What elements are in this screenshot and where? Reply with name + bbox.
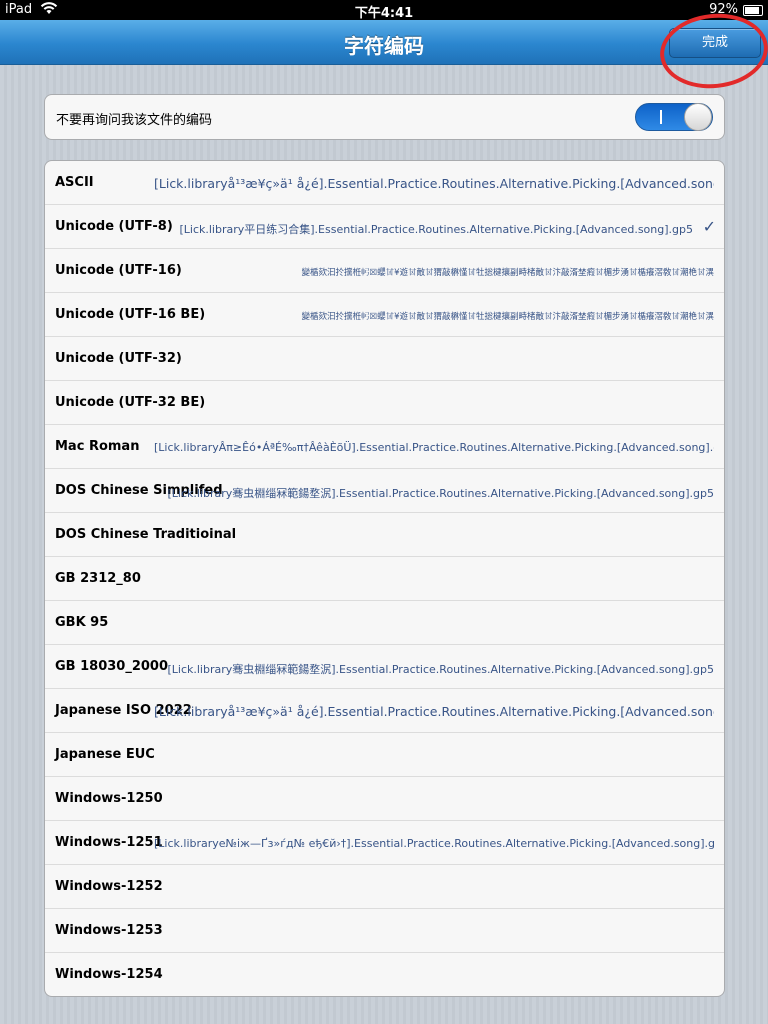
- encoding-list: ASCII [Lick.libraryå¹³æ¥ç»ä¹ å¿é].Essenti…: [44, 160, 725, 997]
- toggle-knob: [684, 103, 712, 131]
- encoding-name: Unicode (UTF-32 BE): [55, 395, 206, 410]
- encoding-row[interactable]: Windows-1251 [Lick.libraryе№іж—Ґз»ѓд№ еђ€…: [45, 821, 724, 865]
- filename-preview: [Lick.library平日练习合集].Essential.Practice.…: [179, 223, 693, 236]
- filename-preview: 變楯欬汩扵攩栣𢁠☒蠳𠀠¥遊𠀠敵𠀠猬敲楙慬𠀠牡捴楗攘副畤楮敵𠀠汴敲湑埜瘕𠀠楣步湧𠀠…: [301, 268, 714, 278]
- navigation-bar: 字符编码 完成: [0, 20, 768, 65]
- encoding-row[interactable]: DOS Chinese Simplifed [Lick.library骞虫棩缁冧範…: [45, 469, 724, 513]
- encoding-name: Mac Roman: [55, 439, 140, 454]
- status-bar: iPad 下午4:41 92%: [0, 0, 768, 21]
- filename-preview: [Lick.libraryе№іж—Ґз»ѓд№ еђ€й›†].Essenti…: [154, 837, 714, 850]
- setting-label: 不要再询问我该文件的编码: [56, 113, 213, 128]
- battery-icon: [743, 5, 763, 16]
- encoding-name: Unicode (UTF-8): [55, 219, 173, 234]
- encoding-name: Unicode (UTF-16): [55, 263, 182, 278]
- encoding-name: Windows-1253: [55, 923, 163, 938]
- encoding-row[interactable]: Unicode (UTF-16 BE) 變楯欬汩扵攩栣𢁠☒蠳𠀠¥遊𠀠敵𠀠猬敲楙慬𠀠…: [45, 293, 724, 337]
- dont-ask-toggle[interactable]: [635, 103, 713, 131]
- encoding-name: Japanese EUC: [55, 747, 155, 762]
- encoding-row[interactable]: Japanese ISO 2022 [Lick.libraryå¹³æ¥ç»ä¹ …: [45, 689, 724, 733]
- encoding-row[interactable]: Windows-1252: [45, 865, 724, 909]
- encoding-row[interactable]: Unicode (UTF-32 BE): [45, 381, 724, 425]
- encoding-name: DOS Chinese Traditioinal: [55, 527, 237, 542]
- filename-preview: [Lick.library骞虫棩缁冧範鍚堥泦].Essential.Practi…: [167, 487, 714, 500]
- toggle-on-mark: [660, 110, 662, 124]
- encoding-row[interactable]: ASCII [Lick.libraryå¹³æ¥ç»ä¹ å¿é].Essenti…: [45, 161, 724, 205]
- encoding-row[interactable]: Mac Roman [Lick.libraryÂπ≥Êó•ÁªÉ‰π†ÂêàÈõÜ…: [45, 425, 724, 469]
- encoding-name: GB 2312_80: [55, 571, 141, 586]
- encoding-row[interactable]: Windows-1253: [45, 909, 724, 953]
- setting-row: 不要再询问我该文件的编码: [44, 94, 725, 140]
- encoding-name: GB 18030_2000: [55, 659, 169, 674]
- filename-preview: [Lick.library骞虫棩缁冧範鍚堥泦].Essential.Practi…: [167, 663, 714, 676]
- encoding-row[interactable]: Japanese EUC: [45, 733, 724, 777]
- encoding-row[interactable]: GB 18030_2000 [Lick.library骞虫棩缁冧範鍚堥泦].Ess…: [45, 645, 724, 689]
- encoding-name: Unicode (UTF-32): [55, 351, 182, 366]
- status-time: 下午4:41: [354, 6, 414, 21]
- encoding-name: Windows-1251: [55, 835, 163, 850]
- encoding-row[interactable]: Unicode (UTF-16) 變楯欬汩扵攩栣𢁠☒蠳𠀠¥遊𠀠敵𠀠猬敲楙慬𠀠牡捴楗…: [45, 249, 724, 293]
- filename-preview: [Lick.libraryÂπ≥Êó•ÁªÉ‰π†ÂêàÈõÜ].Essenti…: [154, 441, 714, 454]
- filename-preview: [Lick.libraryå¹³æ¥ç»ä¹ å¿é].Essential.Pr…: [154, 176, 714, 191]
- encoding-name: Unicode (UTF-16 BE): [55, 307, 206, 322]
- encoding-row[interactable]: GB 2312_80: [45, 557, 724, 601]
- encoding-row[interactable]: GBK 95: [45, 601, 724, 645]
- encoding-name: Windows-1254: [55, 967, 163, 982]
- encoding-name: Windows-1252: [55, 879, 163, 894]
- encoding-row[interactable]: Windows-1250: [45, 777, 724, 821]
- encoding-row[interactable]: Windows-1254: [45, 953, 724, 996]
- filename-preview: 變楯欬汩扵攩栣𢁠☒蠳𠀠¥遊𠀠敵𠀠猬敲楙慬𠀠牡捴楗攘副畤楮敵𠀠汴敲湑埜瘕𠀠楣步湧𠀠…: [301, 312, 714, 322]
- filename-preview: [Lick.libraryå¹³æ¥ç»ä¹ å¿é].Essential.Pr…: [154, 704, 714, 719]
- encoding-row[interactable]: Unicode (UTF-8) [Lick.library平日练习合集].Esse…: [45, 205, 724, 249]
- page-title: 字符编码: [344, 34, 424, 58]
- encoding-name: GBK 95: [55, 615, 109, 630]
- encoding-row[interactable]: Unicode (UTF-32): [45, 337, 724, 381]
- encoding-name: ASCII: [55, 175, 94, 190]
- encoding-row[interactable]: DOS Chinese Traditioinal: [45, 513, 724, 557]
- checkmark-icon: ✓: [702, 217, 716, 236]
- encoding-name: Windows-1250: [55, 791, 163, 806]
